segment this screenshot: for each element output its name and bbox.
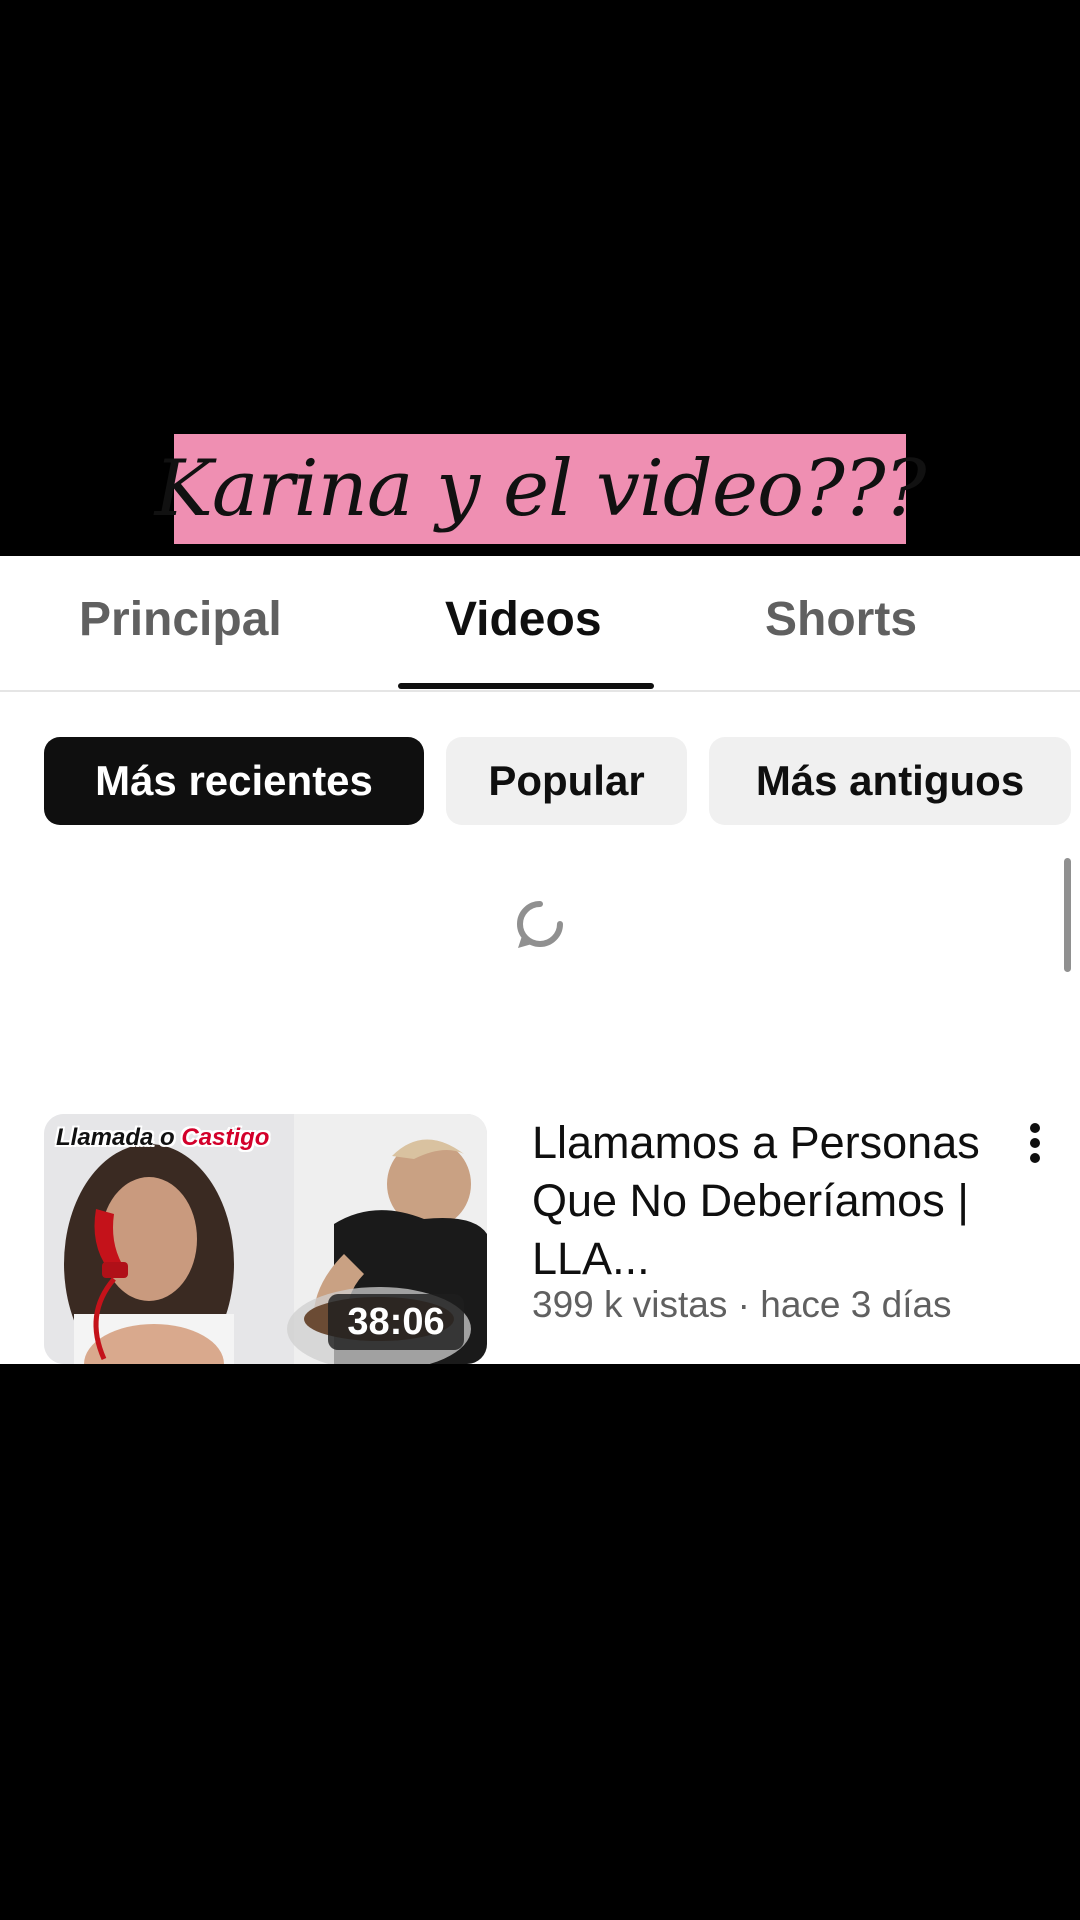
caption-banner: Karina y el video??? xyxy=(155,434,926,544)
chip-popular[interactable]: Popular xyxy=(446,737,687,825)
more-vertical-icon[interactable] xyxy=(1020,1116,1050,1176)
thumbnail-tag: Llamada o Castigo xyxy=(56,1124,269,1152)
video-thumbnail[interactable]: Llamada o Castigo 38:06 xyxy=(44,1114,487,1364)
thumbnail-tag-part2: Castigo xyxy=(181,1124,270,1151)
scrollbar[interactable] xyxy=(1064,858,1071,972)
video-meta: 399 k vistas · hace 3 días xyxy=(532,1284,952,1325)
channel-page: Principal Videos Shorts Más recientes Po… xyxy=(0,556,1080,1364)
refresh-spinner-icon xyxy=(517,901,563,948)
caption-text: Karina y el video??? xyxy=(154,444,927,534)
thumbnail-tag-part1: Llamada o xyxy=(56,1124,175,1151)
chip-most-recent[interactable]: Más recientes xyxy=(44,737,424,825)
screen: Karina y el video??? Principal Videos Sh… xyxy=(0,0,1080,1920)
chip-oldest[interactable]: Más antiguos xyxy=(709,737,1071,825)
video-duration-badge: 38:06 xyxy=(328,1294,464,1350)
tab-principal[interactable]: Principal xyxy=(79,592,282,647)
tab-shorts[interactable]: Shorts xyxy=(765,592,917,647)
channel-tabs: Principal Videos Shorts xyxy=(0,556,1080,692)
tab-videos[interactable]: Videos xyxy=(445,592,602,647)
video-title[interactable]: Llamamos a Personas Que No Deberíamos | … xyxy=(532,1114,1002,1288)
active-tab-indicator xyxy=(398,683,654,689)
